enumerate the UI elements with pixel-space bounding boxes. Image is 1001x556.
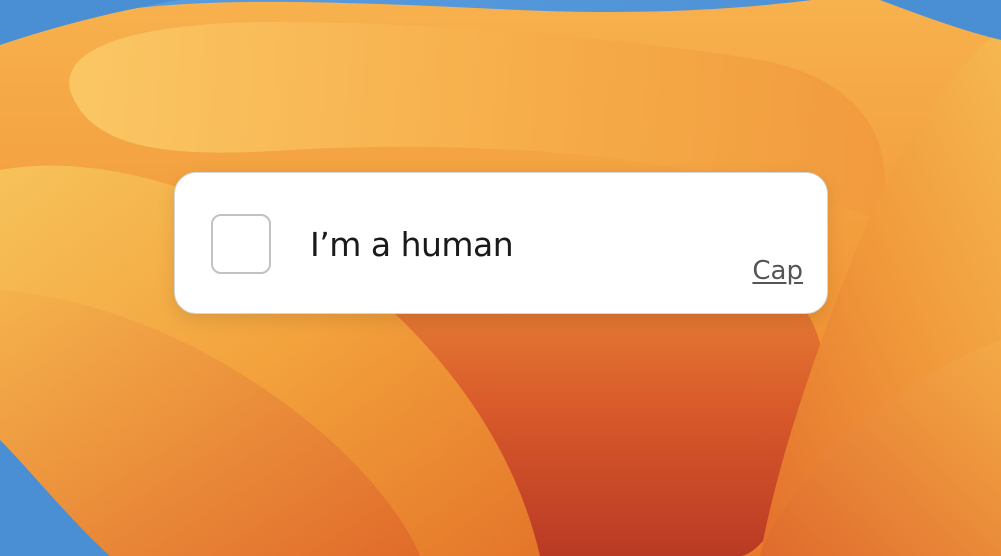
desktop: I’m a human Cap xyxy=(0,0,1001,556)
captcha-widget: I’m a human Cap xyxy=(174,172,828,314)
checkbox-label: I’m a human xyxy=(310,225,514,264)
cap-brand-link[interactable]: Cap xyxy=(752,255,803,287)
human-verification-checkbox[interactable] xyxy=(211,214,271,274)
